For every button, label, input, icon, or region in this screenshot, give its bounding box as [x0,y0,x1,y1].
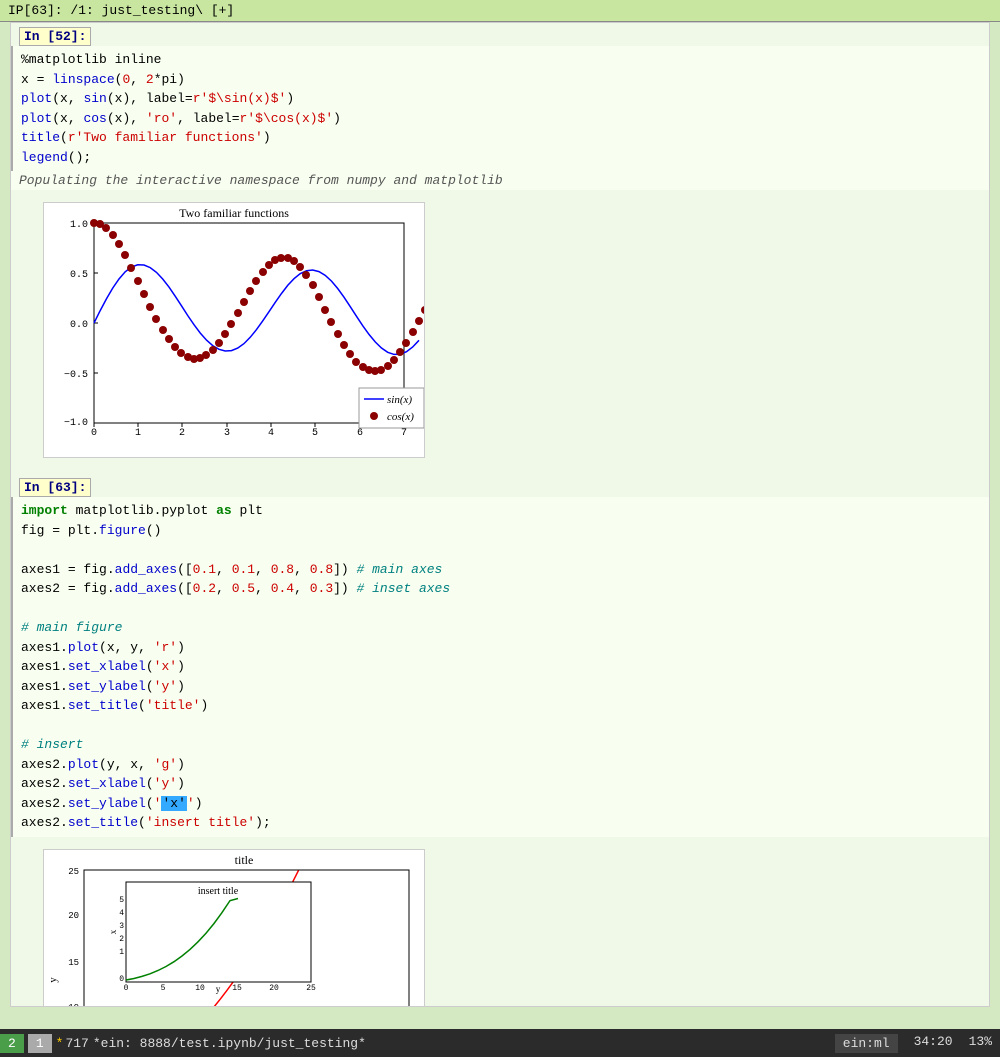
plot1: Two familiar functions 1.0 0.5 0.0 −0.5 … [43,202,425,458]
status-percent: 13% [969,1034,992,1053]
svg-text:20: 20 [269,984,279,993]
cell-1-code[interactable]: %matplotlib inline x = linspace(0, 2*pi)… [11,46,989,171]
svg-text:1: 1 [135,428,141,439]
svg-text:sin(x): sin(x) [387,394,412,406]
plot2-svg: title y x 25 20 15 10 5 0 0 1 2 [44,850,424,1008]
status-right: ein:ml 34:20 13% [835,1034,1000,1053]
cell-1: In [52]: %matplotlib inline x = linspace… [11,23,989,190]
status-modified: * [56,1036,64,1051]
svg-text:1: 1 [119,948,124,957]
svg-text:0: 0 [119,975,124,984]
svg-text:15: 15 [232,984,242,993]
status-position: 34:20 [914,1034,953,1053]
svg-text:1.0: 1.0 [70,220,88,231]
svg-text:0: 0 [91,428,97,439]
svg-text:5: 5 [161,984,166,993]
plot2: title y x 25 20 15 10 5 0 0 1 2 [43,849,425,1008]
svg-text:0: 0 [124,984,129,993]
svg-text:−1.0: −1.0 [64,418,88,429]
notebook: In [52]: %matplotlib inline x = linspace… [10,22,990,1007]
svg-text:6: 6 [357,428,363,439]
svg-text:10: 10 [68,1003,79,1008]
plot2-inset-title: insert title [198,886,239,897]
svg-text:cos(x): cos(x) [387,411,414,423]
svg-text:3: 3 [119,922,124,931]
status-mode: ein:ml [835,1034,898,1053]
svg-text:3: 3 [224,428,230,439]
plot1-svg: Two familiar functions 1.0 0.5 0.0 −0.5 … [44,203,424,453]
cell-1-output: Populating the interactive namespace fro… [11,171,989,190]
status-cell-2: 1 [28,1034,52,1053]
cell-1-label: In [52]: [19,27,91,46]
cell-2-code[interactable]: import matplotlib.pyplot as plt fig = pl… [11,497,989,837]
cell-1-output-text: Populating the interactive namespace fro… [19,173,503,188]
svg-text:2: 2 [119,935,124,944]
svg-text:5: 5 [312,428,318,439]
plot2-container: title y x 25 20 15 10 5 0 0 1 2 [11,837,989,1008]
svg-text:x: x [108,929,118,934]
svg-text:4: 4 [119,909,124,918]
svg-text:0.0: 0.0 [70,320,88,331]
cell-2-label: In [63]: [19,478,91,497]
svg-text:4: 4 [268,428,274,439]
svg-text:25: 25 [68,867,79,877]
plot2-ylabel: y [47,976,59,982]
plot1-container: Two familiar functions 1.0 0.5 0.0 −0.5 … [11,190,989,474]
status-bar: 2 1 * 717 *ein: 8888/test.ipynb/just_tes… [0,1029,1000,1057]
plot1-title: Two familiar functions [179,206,289,220]
cell-2: In [63]: import matplotlib.pyplot as plt… [11,474,989,837]
status-linecount: 717 [65,1036,88,1051]
plot2-main-title: title [235,853,254,867]
svg-text:0.5: 0.5 [70,270,88,281]
title-text: IP[63]: /1: just_testing\ [+] [8,3,234,18]
svg-text:20: 20 [68,911,79,921]
svg-text:5: 5 [119,896,124,905]
svg-text:−0.5: −0.5 [64,370,88,381]
svg-text:10: 10 [195,984,205,993]
svg-text:7: 7 [401,428,407,439]
svg-text:y: y [216,984,221,994]
status-filename: *ein: 8888/test.ipynb/just_testing* [93,1036,366,1051]
status-cell-1: 2 [0,1034,24,1053]
svg-text:2: 2 [179,428,185,439]
svg-text:25: 25 [306,984,316,993]
title-bar: IP[63]: /1: just_testing\ [+] [0,0,1000,22]
svg-text:15: 15 [68,958,79,968]
